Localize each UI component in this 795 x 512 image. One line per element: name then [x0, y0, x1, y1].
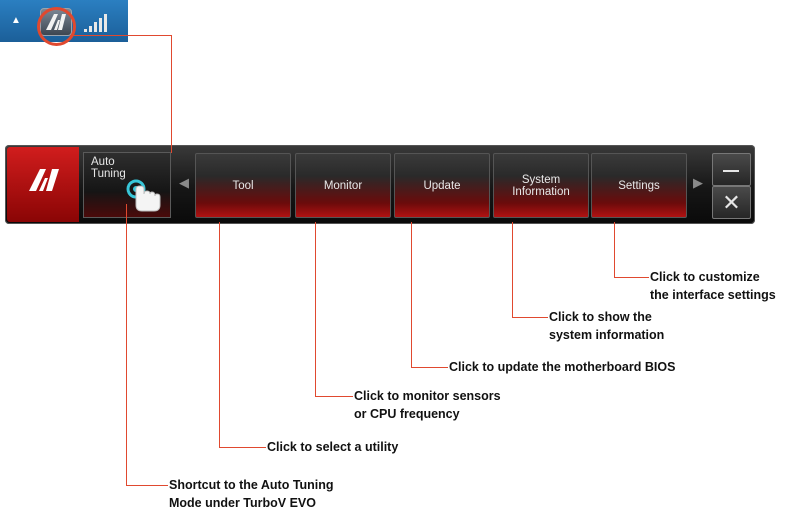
callout-line: [219, 447, 266, 448]
callout-line: [411, 222, 412, 368]
callout-update: Click to update the motherboard BIOS: [449, 360, 676, 374]
hand-pointer-icon: [126, 179, 161, 212]
tab-tool[interactable]: Tool: [195, 153, 291, 218]
scroll-left-icon[interactable]: ◀: [179, 172, 189, 194]
callout-line: [126, 485, 168, 486]
auto-tuning-button[interactable]: Auto Tuning: [83, 152, 171, 218]
ai-suite-logo-button[interactable]: [7, 147, 79, 222]
callout-line: [126, 204, 127, 486]
callout-line: [411, 367, 448, 368]
highlight-circle: [37, 7, 76, 46]
callout-system-information: Click to show the system information: [549, 310, 665, 342]
tab-update[interactable]: Update: [394, 153, 490, 218]
ai-suite-main-bar: Auto Tuning ◀ Tool Monitor Update System…: [5, 145, 755, 224]
callout-line: [219, 222, 220, 448]
callout-line: [70, 35, 172, 36]
callout-line: [614, 277, 649, 278]
close-button[interactable]: ✕: [712, 186, 751, 219]
expand-arrow-icon[interactable]: ▲: [11, 16, 21, 26]
callout-line: [512, 222, 513, 318]
callout-settings: Click to customize the interface setting…: [650, 270, 776, 302]
tab-monitor[interactable]: Monitor: [295, 153, 391, 218]
callout-line: [512, 317, 548, 318]
callout-monitor: Click to monitor sensors or CPU frequenc…: [354, 389, 501, 421]
callout-auto-tuning: Shortcut to the Auto Tuning Mode under T…: [169, 478, 334, 510]
auto-tuning-label: Auto Tuning: [91, 156, 126, 180]
callout-line: [315, 222, 316, 397]
callout-line: [614, 222, 615, 278]
ai-suite-logo-icon: [29, 169, 59, 191]
callout-line: [315, 396, 353, 397]
callout-line: [171, 35, 172, 153]
network-signal-icon[interactable]: [84, 13, 114, 33]
close-icon: ✕: [722, 190, 741, 215]
tab-system-information[interactable]: System Information: [493, 153, 589, 218]
scroll-right-icon[interactable]: ▶: [693, 172, 703, 194]
callout-tool: Click to select a utility: [267, 440, 399, 454]
tab-settings[interactable]: Settings: [591, 153, 687, 218]
minimize-button[interactable]: [712, 153, 751, 186]
